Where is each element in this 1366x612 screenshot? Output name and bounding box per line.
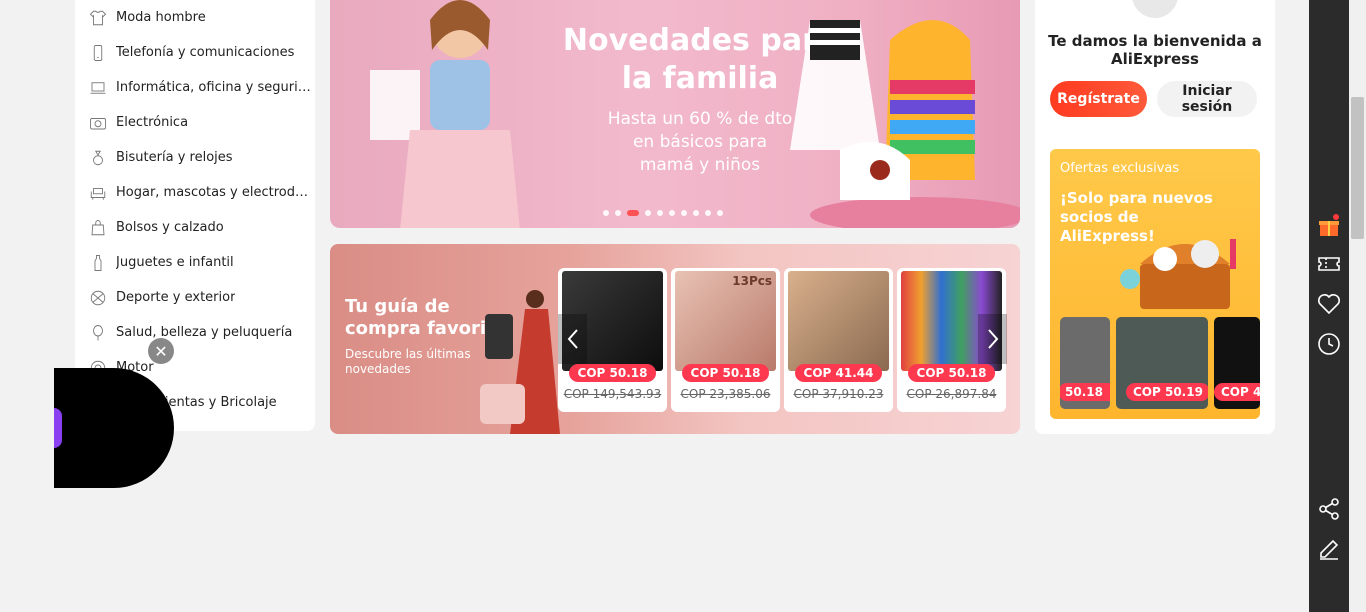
- category-label: Telefonía y comunicaciones: [116, 45, 295, 60]
- carousel-dot[interactable]: [645, 210, 651, 216]
- category-label: Electrónica: [116, 115, 189, 130]
- exclusive-offers-card[interactable]: Ofertas exclusivas ¡Solo para nuevos soc…: [1050, 149, 1260, 419]
- toolbar-wishlist[interactable]: [1317, 292, 1341, 316]
- history-icon: [1318, 333, 1340, 355]
- toolbar-edit[interactable]: [1317, 537, 1341, 561]
- chevron-right-icon: [987, 329, 998, 349]
- guide-model-image: [480, 290, 560, 434]
- product-image: 13Pcs: [675, 271, 776, 371]
- category-label: Bolsos y calzado: [116, 220, 224, 235]
- hero-banner[interactable]: Novedades para la familia Hasta un 60 % …: [330, 0, 1020, 228]
- category-item[interactable]: Electrónica: [75, 105, 315, 140]
- guide-prev-arrow[interactable]: [558, 314, 587, 364]
- toolbar-coupons[interactable]: [1317, 252, 1341, 276]
- share-icon: [1319, 498, 1339, 520]
- category-item[interactable]: Telefonía y comunicaciones: [75, 35, 315, 70]
- product-price: COP 50.18: [568, 364, 657, 382]
- edit-icon: [1320, 539, 1339, 560]
- carousel-dot[interactable]: [657, 210, 663, 216]
- mini-price: COP 50.19: [1126, 383, 1208, 401]
- category-item[interactable]: Bisutería y relojes: [75, 140, 315, 175]
- guide-next-arrow[interactable]: [978, 314, 1007, 364]
- hero-products-image: [790, 20, 1020, 228]
- carousel-dot[interactable]: [615, 210, 621, 216]
- carousel-dot[interactable]: [669, 210, 675, 216]
- chevron-left-icon: [567, 329, 578, 349]
- mini-price: 50.18: [1060, 383, 1110, 401]
- carousel-dot[interactable]: [705, 210, 711, 216]
- floating-close-button[interactable]: ✕: [148, 338, 174, 364]
- product-card[interactable]: COP 41.44 COP 37,910.23: [784, 268, 893, 412]
- product-price: COP 41.44: [794, 364, 883, 382]
- floating-widget[interactable]: [54, 368, 174, 488]
- product-card[interactable]: 13Pcs COP 50.18 COP 23,385.06: [671, 268, 780, 412]
- bottle-icon: [88, 253, 108, 273]
- coupon-icon: [1318, 257, 1340, 271]
- carousel-dot[interactable]: [693, 210, 699, 216]
- offer-mini-card[interactable]: COP 4: [1214, 317, 1260, 409]
- category-label: Salud, belleza y peluquería: [116, 325, 293, 340]
- carousel-dot[interactable]: [627, 210, 639, 216]
- mirror-icon: [88, 323, 108, 343]
- bag-icon: [88, 218, 108, 238]
- hero-girl-image: [370, 0, 520, 228]
- carousel-dots: [603, 210, 723, 216]
- product-image: [788, 271, 889, 371]
- toolbar-gift[interactable]: [1317, 214, 1341, 238]
- product-old-price: COP 149,543.93: [563, 387, 662, 401]
- ball-icon: [88, 288, 108, 308]
- ring-icon: [88, 148, 108, 168]
- treasure-chest-image: [1120, 239, 1236, 309]
- camera-icon: [88, 113, 108, 133]
- carousel-dot[interactable]: [603, 210, 609, 216]
- shopping-guide: Tu guía de compra favorita Descubre las …: [330, 244, 1020, 434]
- category-item[interactable]: Bolsos y calzado: [75, 210, 315, 245]
- product-old-price: COP 37,910.23: [793, 387, 884, 401]
- mini-price: COP 4: [1214, 383, 1260, 401]
- sofa-icon: [88, 183, 108, 203]
- category-item[interactable]: Informática, oficina y seguridad: [75, 70, 315, 105]
- heart-icon: [1318, 294, 1340, 315]
- carousel-dot[interactable]: [717, 210, 723, 216]
- right-toolbar: [1309, 0, 1349, 612]
- offers-tag: Ofertas exclusivas: [1060, 161, 1180, 176]
- product-old-price: COP 23,385.06: [680, 387, 771, 401]
- toolbar-share[interactable]: [1317, 497, 1341, 521]
- product-old-price: COP 26,897.84: [906, 387, 997, 401]
- category-item[interactable]: Deporte y exterior: [75, 280, 315, 315]
- category-label: Bisutería y relojes: [116, 150, 233, 165]
- offer-mini-card[interactable]: 50.18: [1060, 317, 1110, 409]
- user-panel: Te damos la bienvenida a AliExpress Regí…: [1035, 0, 1275, 434]
- category-item[interactable]: Moda hombre: [75, 0, 315, 35]
- register-button[interactable]: Regístrate: [1050, 81, 1147, 117]
- avatar: [1130, 0, 1180, 20]
- scrollbar-thumb[interactable]: [1351, 97, 1364, 239]
- category-label: Hogar, mascotas y electrodom...: [116, 185, 311, 200]
- product-price: COP 50.18: [681, 364, 770, 382]
- category-item[interactable]: Hogar, mascotas y electrodom...: [75, 175, 315, 210]
- carousel-dot[interactable]: [681, 210, 687, 216]
- welcome-text: Te damos la bienvenida a AliExpress: [1048, 32, 1262, 68]
- gift-icon: [1319, 214, 1339, 236]
- category-label: Moda hombre: [116, 10, 206, 25]
- page-scrollbar[interactable]: [1349, 0, 1366, 612]
- category-label: Juguetes e infantil: [116, 255, 234, 270]
- category-label: Deporte y exterior: [116, 290, 236, 305]
- widget-accent: [54, 408, 62, 448]
- product-badge: 13Pcs: [732, 274, 772, 288]
- category-item[interactable]: Juguetes e infantil: [75, 245, 315, 280]
- category-item[interactable]: Salud, belleza y peluquería: [75, 315, 315, 350]
- product-price: COP 50.18: [907, 364, 996, 382]
- category-sidebar: Moda hombre Telefonía y comunicaciones Inf…: [75, 0, 315, 431]
- toolbar-history[interactable]: [1317, 332, 1341, 356]
- offer-mini-card[interactable]: COP 50.19: [1116, 317, 1208, 409]
- login-button[interactable]: Iniciar sesión: [1157, 81, 1257, 117]
- shirt-icon: [88, 8, 108, 28]
- phone-icon: [88, 43, 108, 63]
- category-label: Informática, oficina y seguridad: [116, 80, 311, 95]
- laptop-icon: [88, 78, 108, 98]
